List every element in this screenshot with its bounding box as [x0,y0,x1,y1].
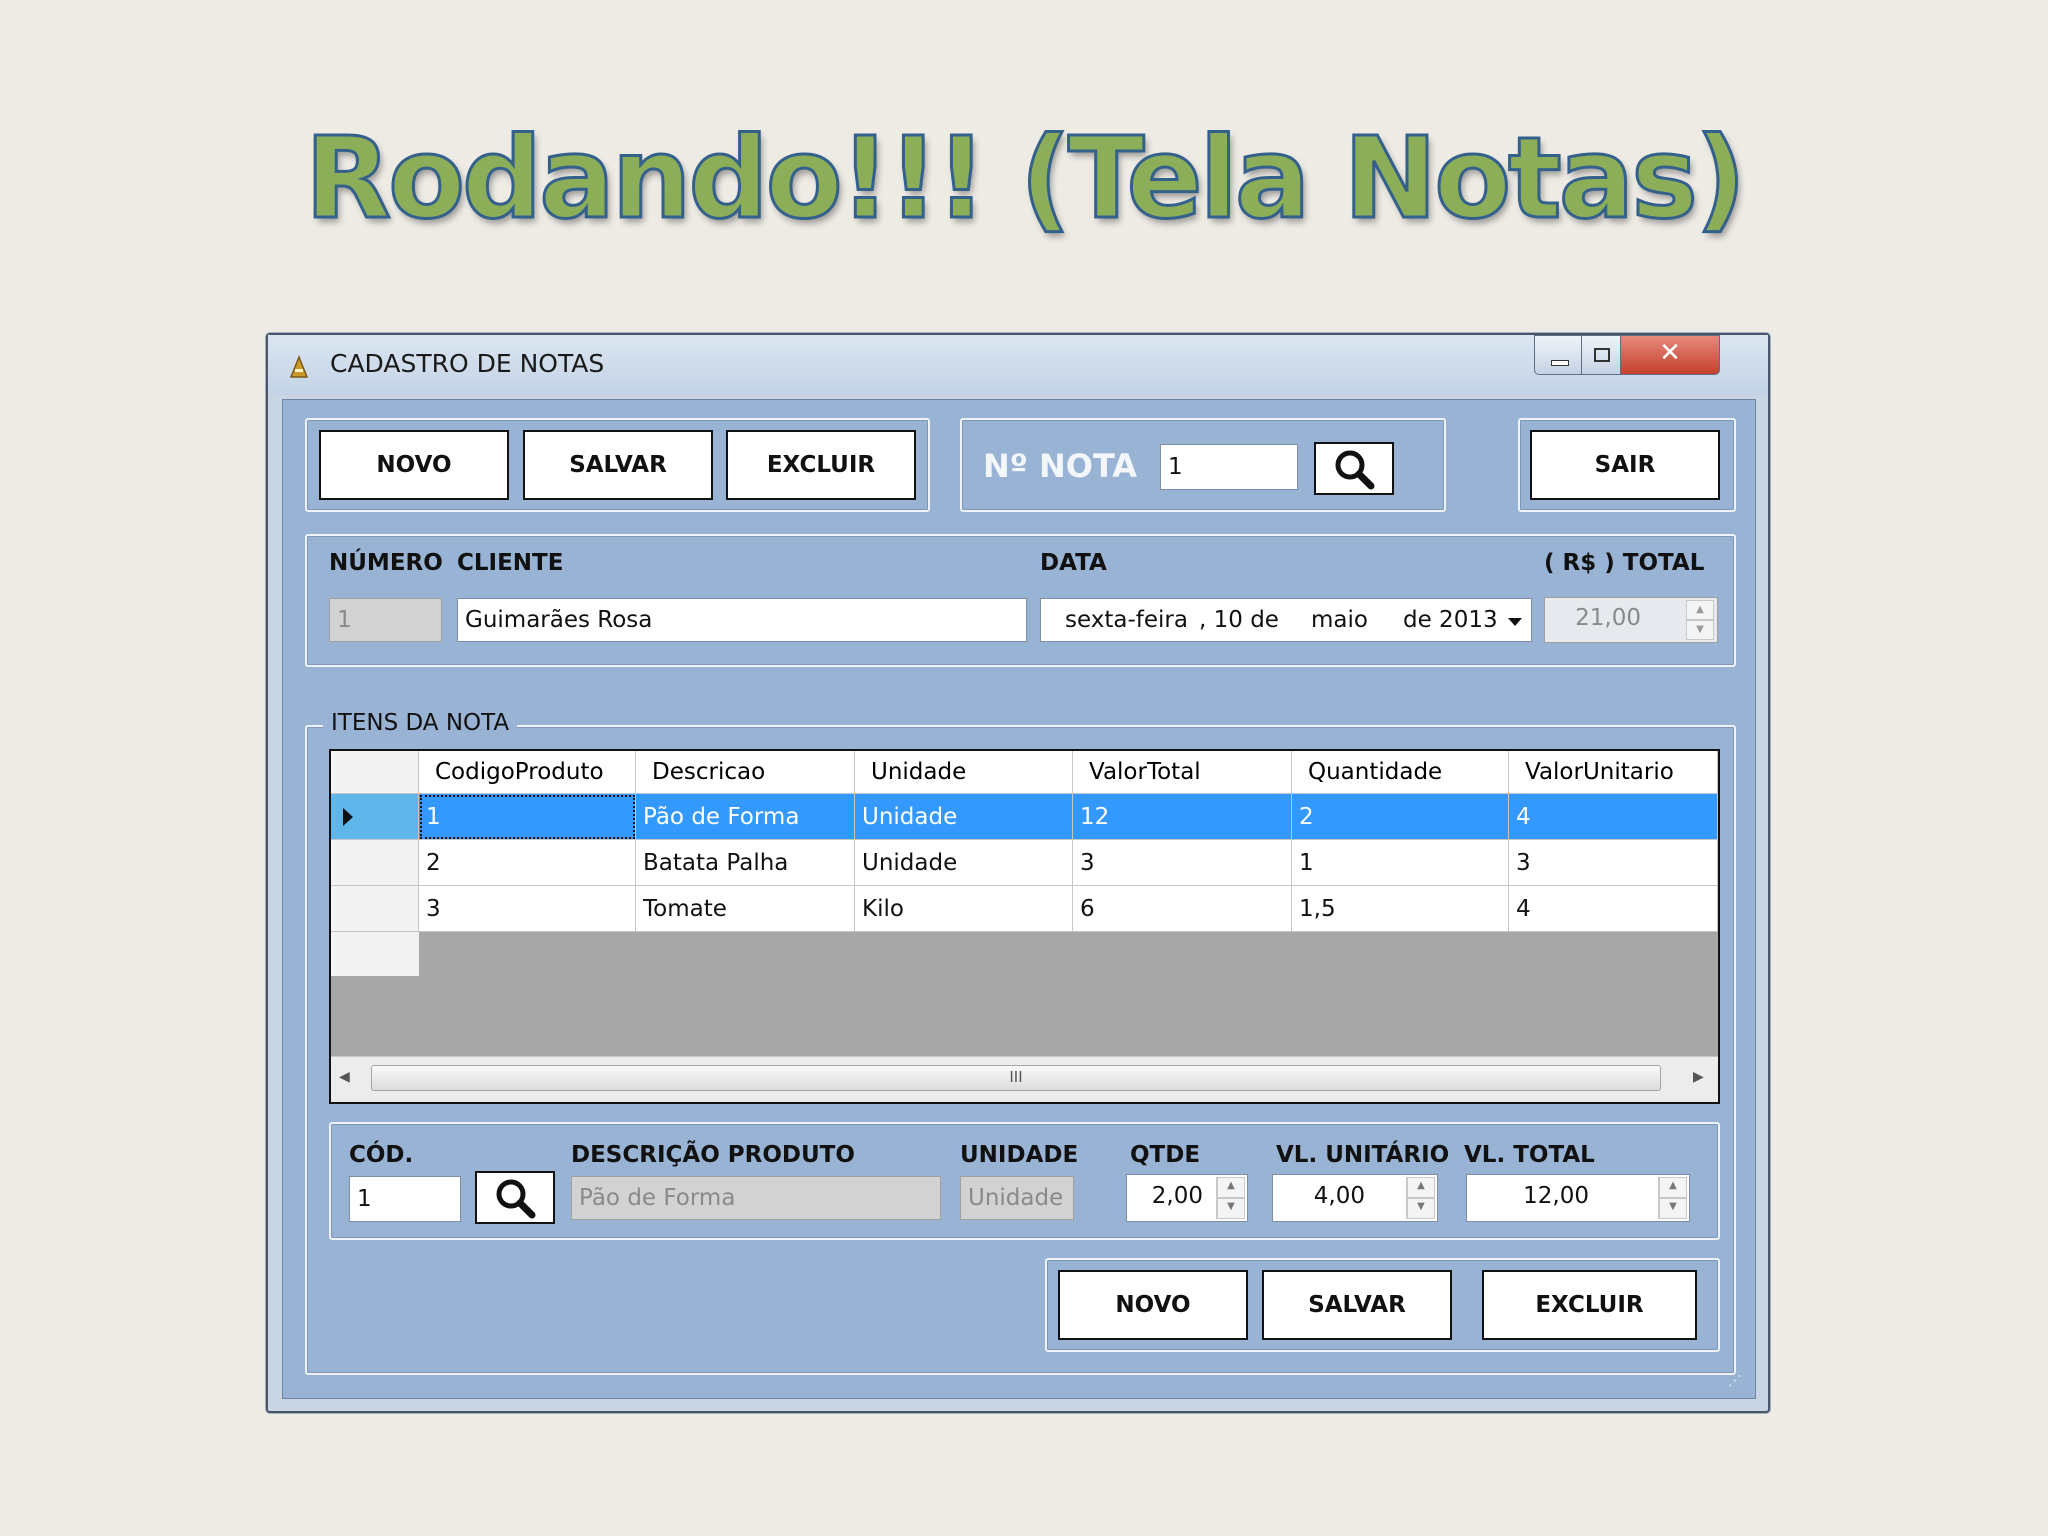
column-header[interactable]: CodigoProduto [419,751,636,794]
cod-field[interactable]: 1 [349,1176,461,1222]
date-day: , 10 de [1199,607,1279,633]
spin-up-icon[interactable]: ▲ [1407,1177,1435,1198]
search-nota-button[interactable] [1314,442,1394,495]
spin-down-icon[interactable]: ▼ [1659,1198,1687,1219]
window-title: CADASTRO DE NOTAS [330,349,605,378]
item-salvar-button[interactable]: SALVAR [1262,1270,1452,1340]
scroll-right-icon[interactable]: ▶ [1693,1069,1704,1085]
vl-unitario-value: 4,00 [1313,1183,1365,1209]
grid-cell[interactable]: Kilo [855,886,1073,932]
cliente-field[interactable]: Guimarães Rosa [457,598,1027,642]
grid-cell[interactable]: 4 [1509,886,1718,932]
title-bar[interactable]: CADASTRO DE NOTAS ✕ [268,335,1768,395]
sair-button[interactable]: SAIR [1530,430,1720,500]
grid-cell[interactable]: 2 [1292,794,1509,840]
salvar-button[interactable]: SALVAR [523,430,713,500]
search-icon [1335,450,1375,490]
numero-label: NÚMERO [329,550,443,576]
spin-down-icon[interactable]: ▼ [1217,1198,1245,1219]
column-header[interactable]: Unidade [855,751,1073,794]
date-weekday: sexta-feira [1065,607,1188,633]
vl-unitario-stepper[interactable]: 4,00 ▲ ▼ [1272,1174,1438,1222]
column-header[interactable]: ValorTotal [1073,751,1292,794]
grid-cell[interactable]: 6 [1073,886,1292,932]
unidade-label: UNIDADE [960,1142,1079,1168]
vl-total-label: VL. TOTAL [1464,1142,1595,1168]
slide-title: Rodando!!! (Tela Notas) [303,114,1747,244]
horizontal-scrollbar[interactable]: ◀ III ▶ [331,1056,1718,1102]
qtde-label: QTDE [1130,1142,1201,1168]
items-grid[interactable]: CodigoProduto Descricao Unidade ValorTotal Q… [329,749,1720,1104]
scroll-thumb[interactable]: III [371,1065,1661,1091]
grid-cell[interactable]: Unidade [855,794,1073,840]
grid-cell[interactable]: Unidade [855,840,1073,886]
row-headers [331,794,419,976]
spin-up-icon[interactable]: ▲ [1217,1177,1245,1198]
date-month: maio [1311,607,1368,633]
grid-cell[interactable]: 2 [419,840,636,886]
cliente-label: CLIENTE [457,550,564,576]
date-year: de 2013 [1403,607,1498,633]
search-produto-button[interactable] [475,1171,555,1224]
grid-cell[interactable]: 3 [1073,840,1292,886]
descricao-label: DESCRIÇÃO PRODUTO [571,1142,855,1168]
unidade-field[interactable]: Unidade [960,1176,1074,1220]
vl-unitario-label: VL. UNITÁRIO [1276,1142,1450,1168]
numero-field[interactable]: 1 [329,598,442,642]
close-icon: ✕ [1659,338,1681,368]
column-header[interactable]: Quantidade [1292,751,1509,794]
column-header[interactable]: ValorUnitario [1509,751,1718,794]
items-title: ITENS DA NOTA [323,710,518,736]
scroll-left-icon[interactable]: ◀ [339,1069,350,1085]
vl-total-stepper[interactable]: 12,00 ▲ ▼ [1466,1174,1690,1222]
grid-cell[interactable]: 12 [1073,794,1292,840]
cod-label: CÓD. [349,1142,414,1168]
spin-up-icon[interactable]: ▲ [1659,1177,1687,1198]
grid-cell[interactable]: 3 [1509,840,1718,886]
close-button[interactable]: ✕ [1620,335,1720,375]
vl-total-value: 12,00 [1523,1183,1589,1209]
qtde-value: 2,00 [1151,1183,1203,1209]
novo-button[interactable]: NOVO [319,430,509,500]
grid-header: CodigoProduto Descricao Unidade ValorTotal Q… [331,751,1718,795]
row-header[interactable] [331,886,419,932]
app-icon [289,355,309,378]
spin-down-icon[interactable]: ▼ [1407,1198,1435,1219]
minimize-button[interactable] [1534,335,1582,375]
grid-cell[interactable]: 4 [1509,794,1718,840]
total-spinner[interactable]: ▲ ▼ [1686,600,1714,640]
nota-search-input[interactable]: 1 [1160,444,1298,490]
data-label: DATA [1040,550,1107,576]
grid-cell[interactable]: 1 [1292,840,1509,886]
grid-cell[interactable]: Pão de Forma [636,794,855,840]
row-header[interactable] [331,794,419,840]
row-header[interactable] [331,840,419,886]
excluir-button[interactable]: EXCLUIR [726,430,916,500]
grid-cell[interactable]: Tomate [636,886,855,932]
grid-cell[interactable]: 3 [419,886,636,932]
minimize-icon [1551,360,1569,366]
spin-up-icon[interactable]: ▲ [1686,600,1714,620]
total-label: ( R$ ) TOTAL [1544,550,1705,576]
nota-search-label: Nº NOTA [983,447,1138,485]
resize-grip-icon[interactable]: ⋰ [1728,1374,1744,1390]
grid-cell[interactable]: 1 [419,794,636,840]
descricao-field[interactable]: Pão de Forma [571,1176,941,1220]
data-picker[interactable]: sexta-feira , 10 de maio de 2013 [1040,598,1532,642]
item-excluir-button[interactable]: EXCLUIR [1482,1270,1697,1340]
search-icon [496,1179,536,1219]
dropdown-arrow-icon[interactable] [1507,617,1523,627]
grid-cell[interactable]: Batata Palha [636,840,855,886]
grid-cell[interactable]: 1,5 [1292,886,1509,932]
item-novo-button[interactable]: NOVO [1058,1270,1248,1340]
maximize-button[interactable] [1581,335,1621,375]
qtde-stepper[interactable]: 2,00 ▲ ▼ [1126,1174,1248,1222]
grid-corner [331,751,419,794]
column-header[interactable]: Descricao [636,751,855,794]
maximize-icon [1594,348,1610,362]
spin-down-icon[interactable]: ▼ [1686,620,1714,640]
row-pointer-icon [343,808,353,826]
